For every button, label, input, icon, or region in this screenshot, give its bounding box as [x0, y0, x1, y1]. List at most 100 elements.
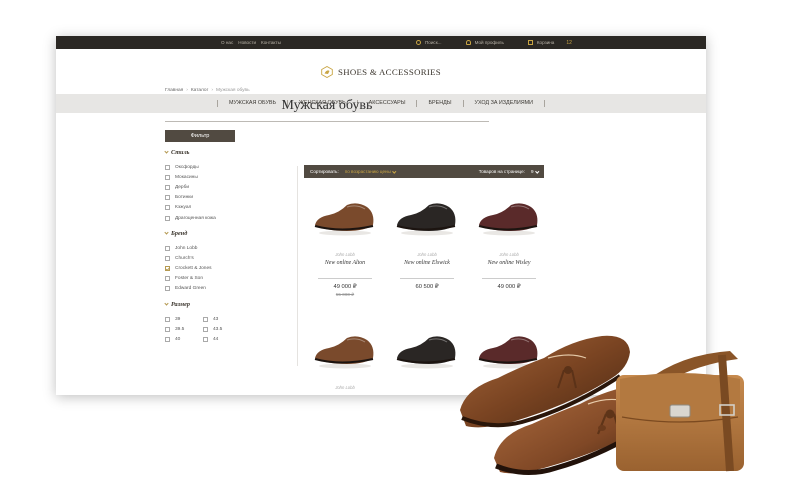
filter-option[interactable]: Church's — [165, 253, 235, 263]
search-box[interactable]: Поиск... — [416, 40, 442, 45]
size-option[interactable]: 39.5 — [165, 324, 203, 334]
filter-size: Размер 39 43 39.5 43.5 40 44 — [164, 301, 235, 345]
filter-option[interactable]: Foster & Son — [165, 274, 235, 284]
checkbox[interactable] — [165, 276, 170, 282]
checkbox[interactable] — [165, 205, 170, 211]
filter-brand-header[interactable]: Бренд — [164, 230, 235, 237]
product-card[interactable]: John Lobb — [305, 328, 385, 390]
logo-text[interactable]: SHOES & ACCESSORIES — [338, 67, 441, 77]
sort-value: по возрастанию цены — [344, 169, 391, 174]
filter-option[interactable]: Мокасины — [165, 172, 235, 182]
product-divider — [482, 278, 536, 279]
filter-option[interactable]: Драгоценная кожа — [165, 213, 235, 223]
filter-size-header[interactable]: Размер — [164, 301, 235, 308]
checkbox[interactable] — [165, 184, 170, 190]
product-name[interactable]: New online Wisley — [469, 260, 549, 266]
top-link-contacts[interactable]: Контакты — [261, 40, 281, 45]
top-link-about[interactable]: О нас — [221, 40, 233, 45]
filter-option-label: John Lobb — [175, 245, 198, 251]
filter-option-label: Дерби — [175, 184, 190, 190]
top-actions: Поиск... Мой профиль Корзина 12 — [416, 40, 572, 46]
shoe-image[interactable] — [475, 195, 543, 237]
user-icon — [465, 40, 471, 45]
shoe-image[interactable] — [311, 195, 379, 237]
chevron-down-icon — [392, 168, 396, 173]
per-page-select[interactable]: 9 — [530, 168, 539, 174]
size-option[interactable]: 40 — [165, 334, 203, 344]
size-option-label: 43 — [213, 316, 219, 322]
shoe-image[interactable] — [311, 328, 379, 370]
checkbox[interactable] — [165, 164, 170, 170]
breadcrumb-home[interactable]: Главная — [165, 88, 183, 93]
filter-option-label: Кэжуал — [175, 205, 192, 211]
top-links: О нас Новости Контакты — [221, 40, 281, 45]
checkbox[interactable] — [165, 215, 170, 221]
size-option-label: 39.5 — [175, 326, 185, 332]
cart-link[interactable]: Корзина 12 — [527, 40, 572, 46]
checkbox[interactable] — [165, 326, 170, 332]
size-option[interactable]: 43 — [203, 314, 233, 324]
filter-option[interactable]: Crockett & Jones — [165, 264, 235, 274]
checkbox[interactable] — [165, 266, 170, 272]
product-divider — [400, 278, 454, 279]
chevron-down-icon — [164, 149, 169, 154]
product-divider — [318, 278, 372, 279]
checkbox[interactable] — [165, 255, 170, 261]
breadcrumb-catalog[interactable]: Каталог — [191, 88, 208, 93]
breadcrumb: Главная › Каталог › Мужская обувь — [165, 88, 250, 93]
chevron-down-icon — [164, 230, 169, 235]
filter-option-label: Ботинки — [175, 195, 194, 201]
chevron-down-icon — [164, 301, 169, 306]
size-option[interactable]: 44 — [203, 334, 233, 344]
checkbox[interactable] — [165, 316, 170, 322]
sort-select[interactable]: по возрастанию цены — [344, 168, 396, 174]
checkbox[interactable] — [165, 286, 170, 292]
sidebar-divider — [297, 166, 298, 366]
profile-label: Мой профиль — [474, 40, 504, 45]
filter-option[interactable]: Ботинки — [165, 193, 235, 203]
per-page-label: Товаров на странице: — [478, 169, 525, 174]
checkbox[interactable] — [165, 245, 170, 251]
shoe-image[interactable] — [393, 328, 461, 370]
search-input[interactable]: Поиск... — [425, 40, 442, 45]
messenger-bag-image — [616, 351, 744, 472]
checkbox[interactable] — [165, 174, 170, 180]
per-page-value: 9 — [530, 169, 534, 174]
size-option-label: 43.5 — [213, 326, 223, 332]
product-price: 49 000 ₽ — [333, 284, 357, 290]
checkbox[interactable] — [203, 316, 208, 322]
top-link-news[interactable]: Новости — [238, 40, 256, 45]
filter-option-label: Foster & Son — [175, 276, 203, 282]
filter-option[interactable]: Оксфорды — [165, 162, 235, 172]
filter-option-label: Crockett & Jones — [175, 266, 212, 272]
profile-link[interactable]: Мой профиль — [465, 40, 504, 45]
size-option[interactable]: 39 — [165, 314, 203, 324]
product-brand: John Lobb — [335, 385, 355, 390]
product-price: 60 500 ₽ — [415, 284, 439, 290]
product-name[interactable]: New online Alton — [305, 260, 385, 266]
product-card[interactable]: John Lobb New online Wisley 49 000 ₽ — [469, 195, 549, 290]
product-name[interactable]: New online Elswick — [387, 260, 467, 266]
per-page: Товаров на странице: 9 — [478, 168, 539, 174]
filter-sidebar: Фильтр Стиль Оксфорды Мокасины Дерби Ботинк… — [164, 130, 235, 345]
checkbox[interactable] — [203, 337, 208, 343]
checkbox[interactable] — [165, 195, 170, 201]
filter-option[interactable]: Кэжуал — [165, 203, 235, 213]
filter-style-title: Стиль — [171, 149, 190, 156]
filter-option[interactable]: Дерби — [165, 182, 235, 192]
shoe-image[interactable] — [393, 195, 461, 237]
filter-style-header[interactable]: Стиль — [164, 149, 235, 156]
checkbox[interactable] — [203, 326, 208, 332]
filter-option[interactable]: John Lobb — [165, 243, 235, 253]
filter-option-label: Драгоценная кожа — [175, 215, 216, 221]
logo-icon[interactable] — [321, 65, 333, 78]
product-card[interactable]: John Lobb New online Alton 49 000 ₽ 55 000 … — [305, 195, 385, 298]
product-old-price: 55 000 ₽ — [335, 292, 355, 297]
filter-option[interactable]: Edward Green — [165, 284, 235, 294]
size-option[interactable]: 43.5 — [203, 324, 233, 334]
product-card[interactable]: John Lobb New online Elswick 60 500 ₽ — [387, 195, 467, 290]
checkbox[interactable] — [165, 337, 170, 343]
product-brand: John Lobb — [335, 252, 355, 257]
filter-button[interactable]: Фильтр — [165, 130, 235, 142]
chevron-down-icon — [534, 168, 539, 173]
